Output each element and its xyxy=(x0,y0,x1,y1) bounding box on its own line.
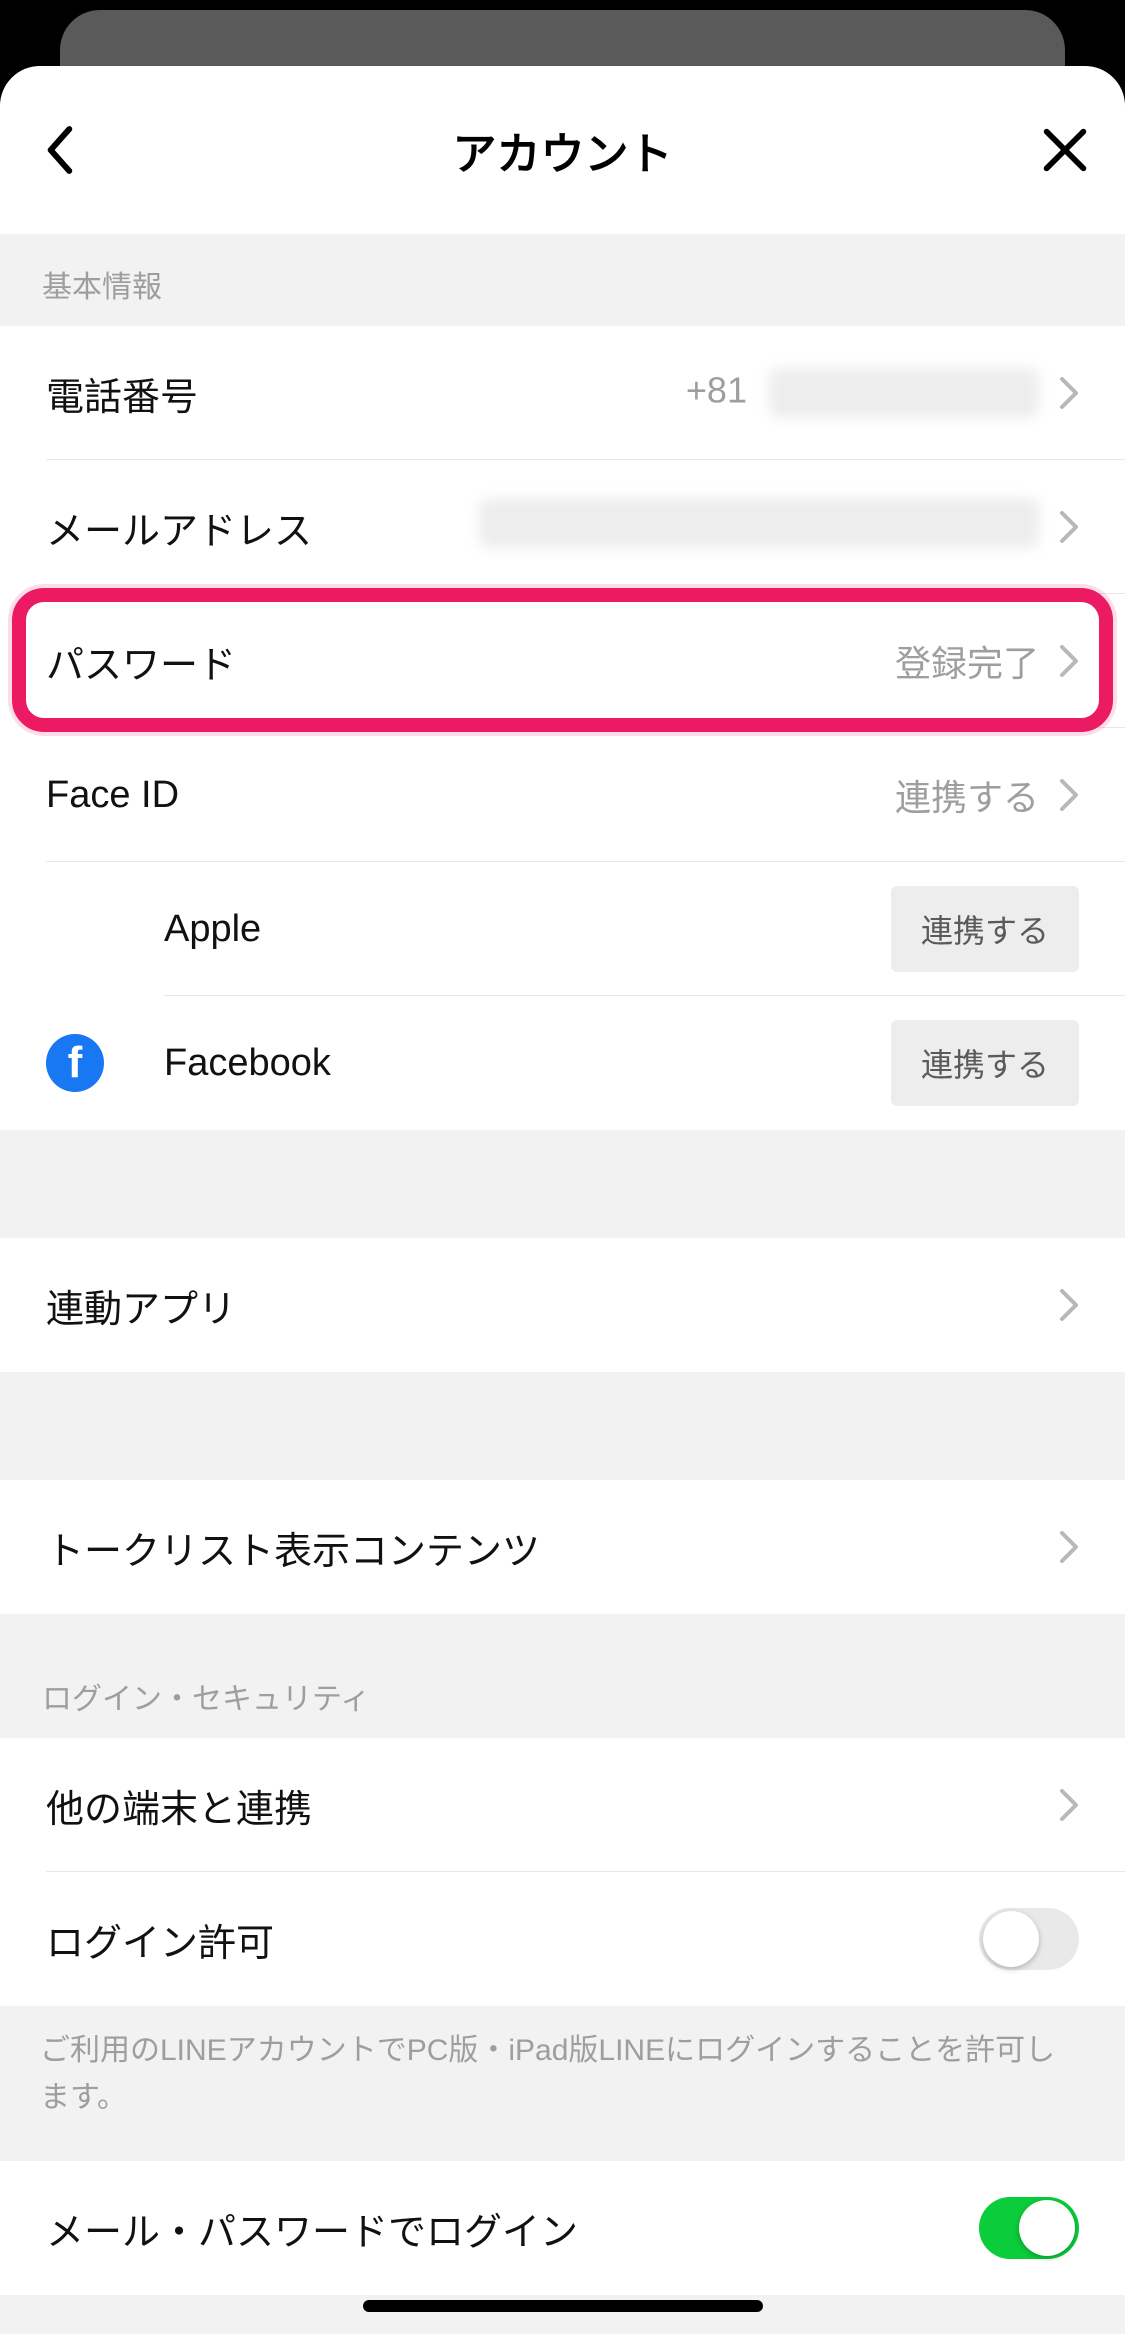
row-password[interactable]: パスワード 登録完了 xyxy=(0,594,1125,728)
row-linked-apps[interactable]: 連動アプリ xyxy=(0,1238,1125,1372)
redacted-email xyxy=(479,498,1039,548)
page-title: アカウント xyxy=(453,118,673,182)
row-label: ログイン許可 xyxy=(46,1912,979,1967)
row-provider-apple: Apple 連携する xyxy=(0,862,1125,996)
link-facebook-button[interactable]: 連携する xyxy=(891,1020,1079,1106)
link-apple-button[interactable]: 連携する xyxy=(891,886,1079,972)
row-label: 電話番号 xyxy=(46,366,686,421)
chevron-right-icon xyxy=(1059,510,1079,544)
row-value-phone: +81 xyxy=(686,368,1039,418)
row-label: 他の端末と連携 xyxy=(46,1778,1059,1833)
home-indicator[interactable] xyxy=(363,2300,763,2312)
chevron-right-icon xyxy=(1059,644,1079,678)
toggle-mail-password-login[interactable] xyxy=(979,2197,1079,2259)
row-label: トークリスト表示コンテンツ xyxy=(46,1520,1059,1575)
header-bar: アカウント xyxy=(0,66,1125,234)
row-email[interactable]: メールアドレス xyxy=(0,460,1125,594)
toggle-login-allow[interactable] xyxy=(979,1908,1079,1970)
row-provider-facebook: f Facebook 連携する xyxy=(0,996,1125,1130)
row-phone[interactable]: 電話番号 +81 xyxy=(0,326,1125,460)
row-faceid[interactable]: Face ID 連携する xyxy=(0,728,1125,862)
row-value-email xyxy=(479,498,1039,557)
row-label: メール・パスワードでログイン xyxy=(46,2201,979,2256)
row-mail-password-login: メール・パスワードでログイン xyxy=(0,2161,1125,2295)
provider-label: Apple xyxy=(164,908,891,951)
chevron-right-icon xyxy=(1059,1530,1079,1564)
chevron-right-icon xyxy=(1059,376,1079,410)
provider-label: Facebook xyxy=(164,1042,891,1085)
chevron-left-icon xyxy=(46,126,74,174)
apple-icon xyxy=(46,900,104,958)
row-other-device[interactable]: 他の端末と連携 xyxy=(0,1738,1125,1872)
section-header-basic: 基本情報 xyxy=(0,234,1125,326)
close-button[interactable] xyxy=(1035,120,1095,180)
row-label: パスワード xyxy=(46,634,895,689)
chevron-right-icon xyxy=(1059,778,1079,812)
row-label: 連動アプリ xyxy=(46,1278,1059,1333)
section-header-security: ログイン・セキュリティ xyxy=(0,1614,1125,1738)
close-icon xyxy=(1042,127,1088,173)
row-value: 連携する xyxy=(895,769,1039,821)
chevron-right-icon xyxy=(1059,1788,1079,1822)
row-label: メールアドレス xyxy=(46,500,479,555)
row-label: Face ID xyxy=(46,774,895,817)
facebook-icon: f xyxy=(46,1034,104,1092)
description-login-allow: ご利用のLINEアカウントでPC版・iPad版LINEにログインすることを許可し… xyxy=(0,2006,1125,2161)
row-value: 登録完了 xyxy=(895,635,1039,687)
row-login-allow: ログイン許可 xyxy=(0,1872,1125,2006)
back-button[interactable] xyxy=(30,120,90,180)
redacted-phone xyxy=(769,368,1039,418)
chevron-right-icon xyxy=(1059,1288,1079,1322)
row-talklist-content[interactable]: トークリスト表示コンテンツ xyxy=(0,1480,1125,1614)
